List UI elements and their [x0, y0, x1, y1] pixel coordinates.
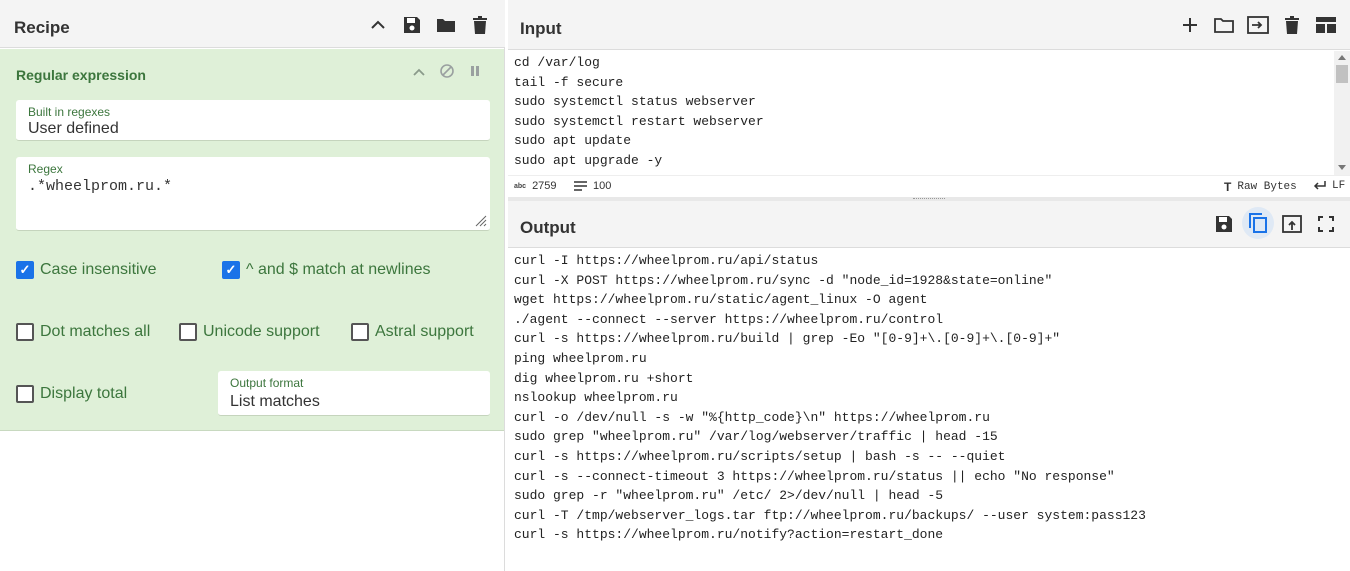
- input-lines: 100: [574, 180, 611, 192]
- trash-icon[interactable]: [468, 13, 492, 37]
- output-line: curl -T /tmp/webserver_logs.tar ftp://wh…: [514, 507, 1146, 523]
- case-insensitive-checkbox[interactable]: ✓ Case insensitive: [16, 261, 157, 279]
- replace-input-icon[interactable]: [1280, 212, 1304, 236]
- checkbox-checked-icon[interactable]: ✓: [222, 261, 240, 279]
- regex-value: .*wheelprom.ru.*: [28, 178, 173, 195]
- output-format-value: List matches: [230, 393, 320, 410]
- output-line: ./agent --connect --server https://wheel…: [514, 311, 944, 327]
- output-line: ping wheelprom.ru: [514, 350, 647, 366]
- output-format-select[interactable]: Output format List matches: [218, 371, 490, 416]
- output-line: curl -I https://wheelprom.ru/api/status: [514, 253, 819, 268]
- case-insensitive-label: Case insensitive: [40, 261, 157, 278]
- output-format-label: Output format: [230, 376, 304, 390]
- input-length: abc 2759: [514, 180, 557, 192]
- encoding-value: Raw Bytes: [1237, 181, 1297, 193]
- regex-operation: Regular expression Built in regexes User…: [0, 49, 504, 431]
- display-total-label: Display total: [40, 385, 128, 402]
- unicode-support-checkbox[interactable]: Unicode support: [179, 323, 320, 341]
- output-line: curl -o /dev/null -s -w "%{http_code}\n"…: [514, 409, 990, 425]
- save-output-icon[interactable]: [1212, 212, 1236, 236]
- input-line: tail -f secure: [514, 74, 624, 90]
- operation-title: Regular expression: [16, 67, 146, 83]
- encoding-icon: T: [1224, 180, 1232, 194]
- save-icon[interactable]: [400, 13, 424, 37]
- checkbox-unchecked-icon[interactable]: [16, 385, 34, 403]
- output-line: sudo grep "wheelprom.ru" /var/log/webser…: [514, 429, 998, 445]
- checkbox-checked-icon[interactable]: ✓: [16, 261, 34, 279]
- display-total-checkbox[interactable]: Display total: [16, 385, 127, 403]
- input-line: sudo systemctl status webserver: [514, 94, 756, 110]
- unicode-support-label: Unicode support: [203, 323, 320, 340]
- disable-icon[interactable]: [438, 62, 456, 80]
- output-line: curl -X POST https://wheelprom.ru/sync -…: [514, 272, 1053, 288]
- output-line: wget https://wheelprom.ru/static/agent_l…: [514, 292, 928, 308]
- multiline-label: ^ and $ match at newlines: [246, 261, 431, 278]
- eol-icon: [1313, 181, 1326, 190]
- input-header: Input: [508, 0, 1350, 50]
- regex-input[interactable]: Regex .*wheelprom.ru.*: [16, 157, 490, 231]
- input-encoding[interactable]: T Raw Bytes: [1224, 180, 1297, 194]
- output-line: curl -s https://wheelprom.ru/notify?acti…: [514, 527, 944, 543]
- scroll-down-icon[interactable]: [1338, 165, 1346, 171]
- layout-icon[interactable]: [1314, 13, 1338, 37]
- output-line: curl -s https://wheelprom.ru/build | gre…: [514, 331, 1061, 347]
- astral-support-label: Astral support: [375, 323, 474, 340]
- collapse-icon[interactable]: [410, 63, 428, 81]
- output-line: sudo grep -r "wheelprom.ru" /etc/ 2>/dev…: [514, 488, 944, 504]
- input-line: sudo apt upgrade -y: [514, 152, 663, 168]
- input-status-bar: abc 2759 100 T Raw Bytes LF: [508, 175, 1350, 198]
- pause-icon[interactable]: [466, 62, 484, 80]
- eol-value: LF: [1332, 180, 1346, 192]
- dot-matches-all-checkbox[interactable]: Dot matches all: [16, 323, 150, 341]
- input-lines-value: 100: [593, 180, 612, 192]
- input-line: cd /var/log: [514, 55, 600, 70]
- output-line: nslookup wheelprom.ru: [514, 390, 678, 406]
- maximize-icon[interactable]: [1314, 212, 1338, 236]
- length-icon: abc: [514, 182, 527, 190]
- dot-matches-all-label: Dot matches all: [40, 323, 151, 340]
- chevron-up-icon[interactable]: [366, 13, 390, 37]
- folder-icon[interactable]: [434, 13, 458, 37]
- output-line: dig wheelprom.ru +short: [514, 370, 694, 386]
- regex-label: Regex: [28, 162, 63, 176]
- astral-support-checkbox[interactable]: Astral support: [351, 323, 474, 341]
- input-scrollbar[interactable]: [1334, 51, 1350, 175]
- lines-icon: [574, 181, 587, 191]
- copy-output-button[interactable]: [1242, 207, 1274, 239]
- recipe-header: Recipe: [0, 0, 505, 48]
- output-line: curl -s https://wheelprom.ru/scripts/set…: [514, 448, 1006, 464]
- copy-icon: [1249, 213, 1267, 233]
- multiline-checkbox[interactable]: ✓ ^ and $ match at newlines: [222, 261, 431, 279]
- output-header: Output: [508, 201, 1350, 248]
- resize-grip-icon[interactable]: [475, 215, 487, 227]
- builtin-regex-value: User defined: [28, 120, 119, 137]
- output-title: Output: [520, 218, 576, 237]
- recipe-title: Recipe: [14, 18, 70, 37]
- input-title: Input: [520, 19, 562, 38]
- scrollbar-thumb[interactable]: [1336, 65, 1348, 83]
- input-line: sudo apt update: [514, 133, 632, 149]
- checkbox-unchecked-icon[interactable]: [179, 323, 197, 341]
- builtin-regex-label: Built in regexes: [28, 105, 111, 119]
- clear-input-icon[interactable]: [1280, 13, 1304, 37]
- output-line: curl -s --connect-timeout 3 https://whee…: [514, 468, 1115, 484]
- checkbox-unchecked-icon[interactable]: [16, 323, 34, 341]
- input-textarea[interactable]: cd /var/log tail -f secure sudo systemct…: [508, 51, 1334, 175]
- output-textarea[interactable]: curl -I https://wheelprom.ru/api/status …: [508, 249, 1350, 571]
- add-icon[interactable]: [1178, 13, 1202, 37]
- input-line: sudo systemctl restart webserver: [514, 113, 764, 129]
- builtin-regex-select[interactable]: Built in regexes User defined: [16, 100, 490, 141]
- input-eol[interactable]: LF: [1312, 180, 1345, 192]
- checkbox-unchecked-icon[interactable]: [351, 323, 369, 341]
- scroll-up-icon[interactable]: [1338, 54, 1346, 60]
- input-length-value: 2759: [532, 180, 557, 192]
- open-folder-icon[interactable]: [1212, 13, 1236, 37]
- open-input-icon[interactable]: [1246, 13, 1270, 37]
